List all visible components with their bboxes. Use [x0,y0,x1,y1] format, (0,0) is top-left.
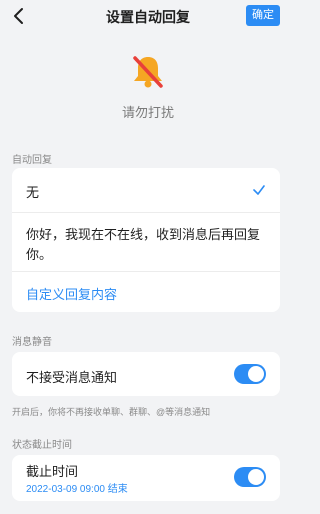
option-message-text: 你好，我现在不在线，收到消息后再回复你。 [26,227,261,262]
deadline-value[interactable]: 2022-03-09 09:00 结束 [26,480,128,495]
auto-reply-option-none[interactable]: 无 [12,168,280,213]
custom-reply-label: 自定义回复内容 [26,287,118,302]
toggle-knob [248,366,264,382]
auto-reply-card: 无 你好，我现在不在线，收到消息后再回复你。 自定义回复内容 [12,168,280,312]
deadline-card: 截止时间 2022-03-09 09:00 结束 [12,455,280,501]
confirm-button[interactable]: 确定 [246,5,280,26]
check-icon [253,185,265,195]
toggle-knob [248,469,264,485]
option-none-label: 无 [26,185,40,200]
deadline-section-label: 状态截止时间 [12,440,72,451]
mute-toggle-label: 不接受消息通知 [26,370,118,385]
status-hero: 请勿打扰 [0,52,296,121]
mute-helper-text: 开启后，你将不再接收单聊、群聊、@等消息通知 [12,407,211,417]
deadline-toggle[interactable] [234,467,266,487]
mute-toggle[interactable] [234,364,266,384]
deadline-toggle-label: 截止时间 [26,464,79,479]
auto-reply-section-label: 自动回复 [12,155,52,166]
header-bar: 设置自动回复 确定 [0,0,296,32]
custom-reply-link[interactable]: 自定义回复内容 [12,272,280,312]
auto-reply-option-message[interactable]: 你好，我现在不在线，收到消息后再回复你。 [12,213,280,272]
bell-muted-icon [133,56,163,88]
mute-section-label: 消息静音 [12,337,52,348]
status-label: 请勿打扰 [121,105,174,120]
mute-card: 不接受消息通知 [12,352,280,396]
